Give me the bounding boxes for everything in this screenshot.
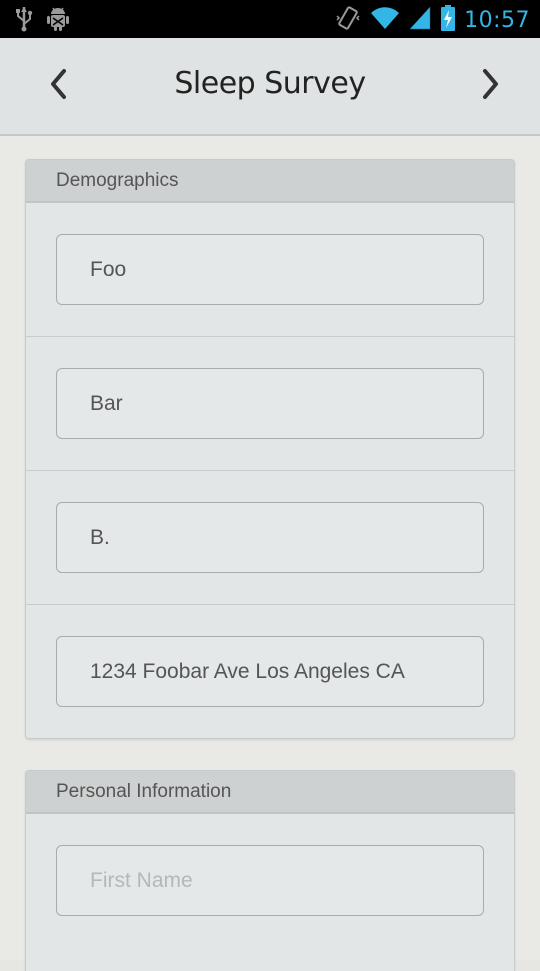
address-field[interactable] <box>56 636 484 707</box>
first-name-field[interactable] <box>56 845 484 916</box>
section-demographics: Demographics <box>25 159 515 739</box>
demographics-field-2[interactable] <box>56 368 484 439</box>
section-header-personal-information: Personal Information <box>26 771 514 814</box>
form-row <box>26 203 514 337</box>
battery-charging-icon <box>440 4 456 37</box>
status-bar: 10:57 <box>0 0 540 38</box>
action-bar: Sleep Survey <box>0 38 540 136</box>
form-row <box>26 605 514 738</box>
section-personal-information: Personal Information <box>25 770 515 971</box>
form-row <box>26 814 514 947</box>
page-title: Sleep Survey <box>174 66 366 101</box>
form-row <box>26 471 514 605</box>
demographics-field-1[interactable] <box>56 234 484 305</box>
form-row <box>26 337 514 471</box>
survey-content[interactable]: Demographics Personal Information <box>0 136 540 971</box>
clock: 10:57 <box>464 7 530 33</box>
next-button[interactable] <box>469 64 513 108</box>
android-debug-icon <box>46 6 70 37</box>
signal-icon <box>408 5 432 36</box>
demographics-field-3[interactable] <box>56 502 484 573</box>
chevron-right-icon <box>480 67 502 106</box>
section-header-demographics: Demographics <box>26 160 514 203</box>
usb-icon <box>14 6 34 37</box>
vibrate-icon <box>334 4 362 37</box>
wifi-icon <box>370 5 400 36</box>
